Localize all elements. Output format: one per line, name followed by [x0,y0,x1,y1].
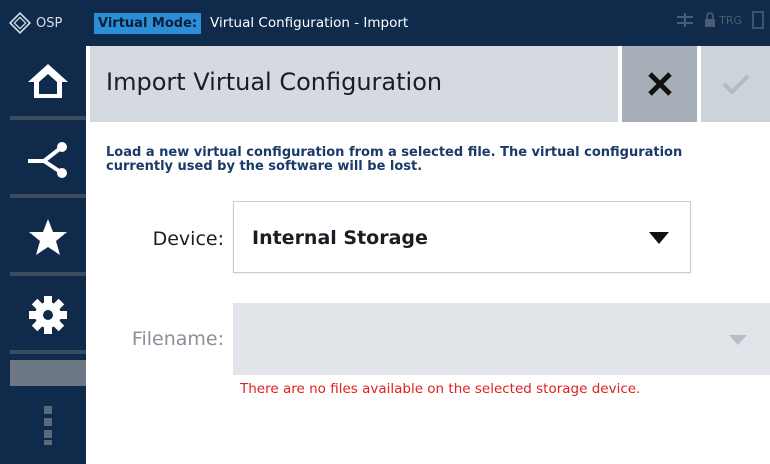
network-icon [677,13,694,27]
star-icon [29,219,67,255]
sidebar-item-home[interactable] [10,46,86,120]
sidebar-item-settings[interactable] [10,280,86,354]
device-value: Internal Storage [252,227,428,249]
sidebar [0,46,86,464]
sidebar-item-favorites[interactable] [10,202,86,276]
sidebar-separator [10,360,86,386]
rs-logo: OSP [8,11,62,35]
rs-diamond-icon [8,11,32,35]
logo-text: OSP [36,15,63,31]
close-icon [647,72,672,96]
device-dropdown[interactable]: Internal Storage [233,201,691,273]
chevron-down-icon [649,232,669,244]
dialog-header: Import Virtual Configuration [90,46,618,122]
sidebar-item-connections[interactable] [10,124,86,198]
lock-icon [705,12,716,27]
close-button[interactable] [622,46,697,122]
checkmark-icon [722,74,749,95]
home-icon [28,64,68,98]
window-title: Virtual Configuration - Import [210,15,409,31]
filename-label: Filename: [131,328,224,350]
gear-icon [29,296,67,334]
confirm-button[interactable] [701,46,770,122]
window-icon [752,11,764,29]
sidebar-more-button[interactable] [10,386,86,464]
trg-indicator: TRG [704,12,742,28]
virtual-mode-badge: Virtual Mode: [94,13,202,34]
share-icon [28,142,67,178]
status-icons: TRG [676,10,764,30]
dialog-title: Import Virtual Configuration [106,68,443,96]
device-label: Device: [152,228,224,250]
chevron-down-icon [729,335,747,345]
error-message: There are no files available on the sele… [240,381,641,397]
more-vertical-icon [44,406,52,445]
title-bar: OSP Virtual Mode: Virtual Configuration … [0,0,770,46]
dialog-description: Load a new virtual configuration from a … [106,145,683,174]
trg-label: TRG [719,13,742,27]
filename-dropdown[interactable] [233,303,770,375]
